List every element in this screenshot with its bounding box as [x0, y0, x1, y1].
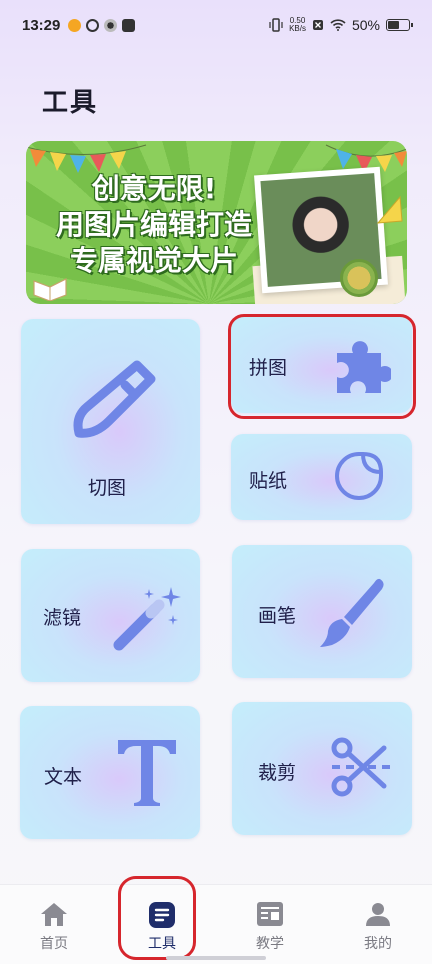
status-bar: 13:29 0.50 KB/s 50% — [0, 0, 432, 50]
banner-line-1: 创意无限! — [91, 172, 217, 205]
tool-label-collage: 拼图 — [249, 357, 288, 379]
net-speed: 0.50 KB/s — [289, 17, 306, 33]
status-notification-icons — [68, 18, 136, 32]
nav-tutorial[interactable]: 教学 — [230, 885, 310, 964]
nav-label-tutorial: 教学 — [256, 936, 284, 952]
text-t-icon — [118, 740, 176, 806]
tool-card-text[interactable]: 文本 — [20, 706, 200, 839]
status-time: 13:29 — [22, 16, 61, 34]
scissors-icon — [331, 737, 390, 797]
tool-label-filter: 滤镜 — [43, 607, 82, 629]
nav-label-tools: 工具 — [148, 936, 176, 952]
nav-label-home: 首页 — [40, 936, 68, 952]
mail-icon — [122, 18, 136, 32]
tool-label-cut: 切图 — [88, 477, 127, 499]
banner-line-3: 专属视觉大片 — [69, 244, 238, 277]
brush-icon — [320, 578, 384, 647]
app-flower-icon — [104, 18, 118, 32]
bottom-navigation: 首页 工具 教学 我的 — [0, 884, 432, 964]
tool-card-sticker[interactable]: 贴纸 — [231, 434, 412, 520]
knife-icon — [73, 360, 156, 438]
tool-label-sticker: 贴纸 — [249, 470, 288, 492]
weibo-icon — [68, 18, 82, 32]
magic-wand-icon — [113, 587, 181, 651]
tool-label-brush: 画笔 — [258, 605, 297, 627]
tool-card-collage[interactable]: 拼图 — [231, 317, 412, 413]
promo-banner[interactable]: 创意无限! 用图片编辑打造 专属视觉大片 — [26, 141, 407, 304]
nav-home[interactable]: 首页 — [14, 885, 94, 964]
profile-icon — [366, 903, 390, 926]
battery-icon — [386, 19, 413, 31]
banner-line-2: 用图片编辑打造 — [55, 208, 252, 241]
vibrate-icon — [269, 18, 283, 32]
nav-tools[interactable]: 工具 — [122, 885, 202, 964]
book-decoration-icon — [33, 278, 67, 301]
battery-percent: 50% — [351, 17, 380, 33]
tool-card-brush[interactable]: 画笔 — [232, 545, 412, 678]
wifi-icon — [330, 19, 346, 31]
tool-card-crop[interactable]: 裁剪 — [232, 702, 412, 835]
tool-card-cut[interactable]: 切图 — [21, 319, 200, 524]
app-link-icon — [86, 18, 100, 32]
home-icon — [41, 903, 67, 926]
home-indicator[interactable] — [166, 956, 266, 960]
nav-label-profile: 我的 — [364, 936, 392, 952]
banner-stamp — [340, 259, 378, 297]
ruler-decoration-icon — [376, 195, 403, 224]
tutorial-icon — [257, 902, 283, 926]
nav-profile[interactable]: 我的 — [338, 885, 418, 964]
sticker-icon — [335, 452, 383, 500]
no-sim-icon — [312, 20, 323, 30]
tool-card-filter[interactable]: 滤镜 — [21, 549, 200, 682]
page-title: 工具 — [42, 88, 99, 118]
puzzle-icon — [337, 341, 391, 393]
banner-headline: 创意无限! 用图片编辑打造 专属视觉大片 — [34, 171, 274, 279]
tools-icon — [149, 902, 175, 928]
net-speed-unit: KB/s — [289, 24, 306, 33]
tool-label-crop: 裁剪 — [258, 762, 297, 784]
status-system-icons: 0.50 KB/s 50% — [269, 17, 413, 33]
tool-label-text: 文本 — [44, 766, 83, 788]
